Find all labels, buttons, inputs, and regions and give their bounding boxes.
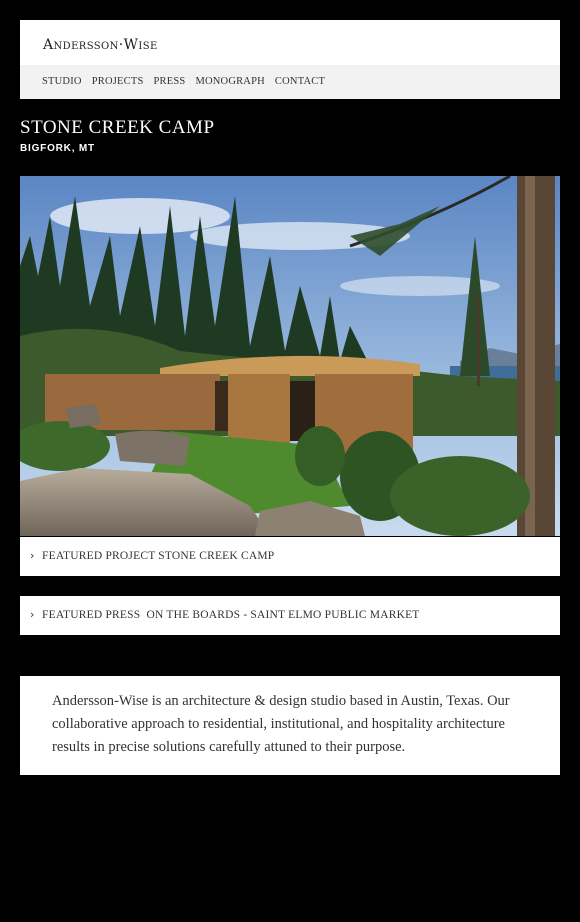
- featured-press-link[interactable]: FEATURED PRESS ON THE BOARDS - SAINT ELM…: [42, 609, 420, 621]
- site-logo[interactable]: Andersson·Wise: [43, 37, 158, 53]
- chevron-right-icon: ›: [30, 549, 35, 562]
- about-panel: Andersson-Wise is an architecture & desi…: [20, 676, 560, 775]
- project-title: STONE CREEK CAMP: [20, 117, 215, 138]
- project-hero-photo[interactable]: [20, 176, 560, 536]
- main-nav-bar: STUDIO PROJECTS PRESS MONOGRAPH CONTACT: [20, 65, 560, 99]
- chevron-right-icon: ›: [30, 608, 35, 621]
- hero-photo-illustration: [20, 176, 560, 536]
- featured-project-bar[interactable]: › FEATURED PROJECT STONE CREEK CAMP: [20, 537, 560, 576]
- site-header: Andersson·Wise STUDIO PROJECTS PRESS MON…: [20, 20, 560, 99]
- nav-item-studio[interactable]: STUDIO: [42, 76, 82, 87]
- about-text: Andersson-Wise is an architecture & desi…: [52, 693, 510, 755]
- main-nav: STUDIO PROJECTS PRESS MONOGRAPH CONTACT: [42, 76, 335, 87]
- nav-item-monograph[interactable]: MONOGRAPH: [195, 76, 264, 87]
- featured-press-bar[interactable]: › FEATURED PRESS ON THE BOARDS - SAINT E…: [20, 596, 560, 635]
- nav-item-press[interactable]: PRESS: [154, 76, 186, 87]
- featured-project-link[interactable]: FEATURED PROJECT STONE CREEK CAMP: [42, 550, 274, 562]
- nav-item-contact[interactable]: CONTACT: [275, 76, 325, 87]
- nav-item-projects[interactable]: PROJECTS: [92, 76, 144, 87]
- project-location: BIGFORK, MT: [20, 143, 95, 154]
